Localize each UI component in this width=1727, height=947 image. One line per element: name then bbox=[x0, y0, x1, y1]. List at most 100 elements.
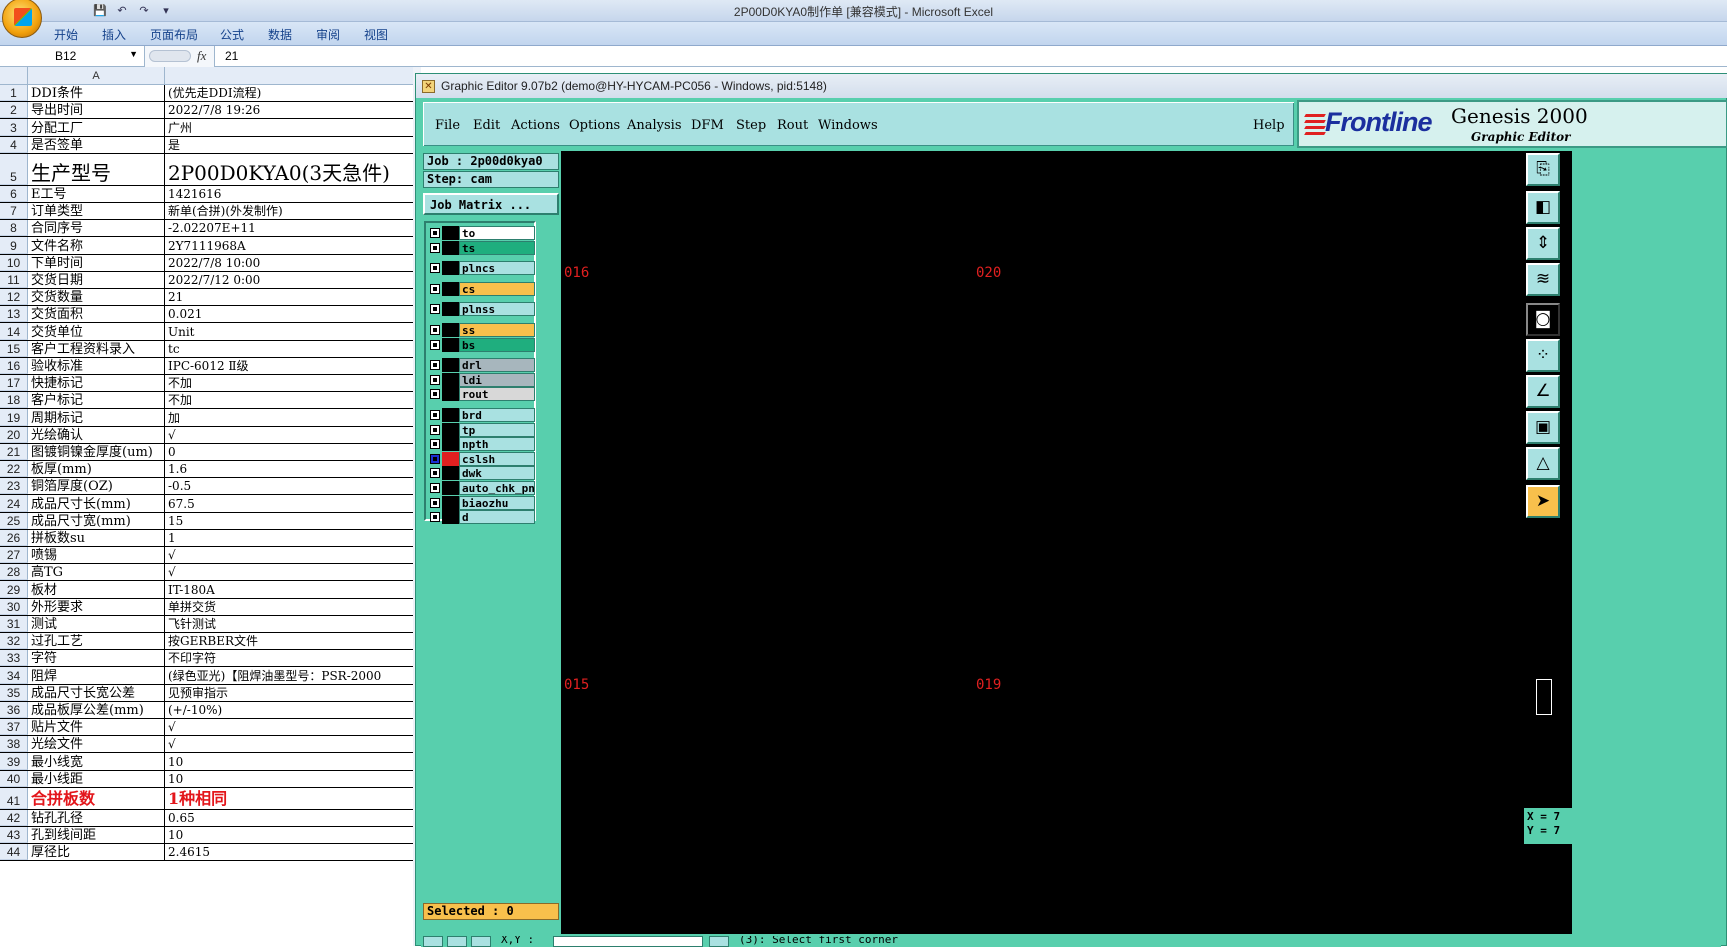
shape-icon[interactable]: ▣ bbox=[1526, 411, 1560, 444]
menu-analysis[interactable]: Analysis bbox=[627, 118, 682, 133]
cell-b[interactable]: 0.65 bbox=[165, 810, 420, 826]
layer-name[interactable]: ts bbox=[459, 240, 535, 255]
row-number[interactable]: 39 bbox=[0, 753, 28, 770]
cell-a[interactable]: 交货单位 bbox=[28, 323, 165, 340]
cell-b[interactable]: 2022/7/8 19:26 bbox=[165, 102, 420, 118]
status-tool-icon[interactable] bbox=[447, 936, 467, 947]
cell-a[interactable]: 贴片文件 bbox=[28, 719, 165, 736]
ribbon-tab-insert[interactable]: 插入 bbox=[102, 26, 126, 43]
fit-view-icon[interactable]: ⇕ bbox=[1526, 227, 1560, 260]
row-number[interactable]: 20 bbox=[0, 426, 28, 443]
ribbon-tab-formulas[interactable]: 公式 bbox=[220, 26, 244, 43]
layer-checkbox[interactable] bbox=[430, 360, 440, 371]
layer-row[interactable]: ldi bbox=[428, 372, 535, 387]
layer-swatch[interactable] bbox=[442, 226, 459, 240]
triangle-icon[interactable]: △ bbox=[1526, 447, 1560, 480]
cell-b[interactable]: IPC-6012 Ⅱ级 bbox=[165, 358, 420, 374]
cell-b[interactable]: √ bbox=[165, 547, 420, 563]
row-number[interactable]: 12 bbox=[0, 289, 28, 306]
layer-swatch[interactable] bbox=[442, 372, 459, 387]
window-menu-icon[interactable]: ✕ bbox=[422, 80, 435, 93]
layer-swatch[interactable] bbox=[442, 281, 459, 296]
layer-checkbox[interactable] bbox=[430, 439, 440, 450]
layer-row[interactable]: to bbox=[428, 226, 535, 240]
layer-checkbox[interactable] bbox=[430, 325, 440, 335]
cell-b[interactable]: 10 bbox=[165, 827, 420, 843]
cell-b[interactable]: 2022/7/12 0:00 bbox=[165, 272, 420, 288]
layer-row[interactable]: auto_chk_pn bbox=[428, 481, 535, 495]
layer-row[interactable]: brd bbox=[428, 408, 535, 422]
layer-checkbox[interactable] bbox=[430, 424, 440, 435]
layer-swatch[interactable] bbox=[442, 302, 459, 317]
cell-a[interactable]: 交货日期 bbox=[28, 271, 165, 288]
row-number[interactable]: 29 bbox=[0, 581, 28, 598]
cell-b[interactable]: 飞针测试 bbox=[165, 616, 420, 632]
layer-checkbox[interactable] bbox=[430, 453, 440, 464]
cell-b[interactable]: 0 bbox=[165, 444, 420, 460]
row-number[interactable]: 30 bbox=[0, 598, 28, 615]
layer-row[interactable]: ts bbox=[428, 240, 535, 255]
cell-b[interactable]: 广州 bbox=[165, 119, 420, 135]
layer-name[interactable]: npth bbox=[459, 437, 535, 452]
measure-icon[interactable]: ≋ bbox=[1526, 263, 1560, 296]
layer-checkbox[interactable] bbox=[430, 283, 440, 294]
cell-b[interactable]: 加 bbox=[165, 409, 420, 425]
cell-b[interactable]: 1.6 bbox=[165, 461, 420, 477]
layer-row[interactable]: ss bbox=[428, 323, 535, 337]
column-header-a[interactable]: A bbox=[28, 67, 165, 85]
row-number[interactable]: 41 bbox=[0, 787, 28, 809]
layer-name[interactable]: d bbox=[459, 510, 535, 525]
row-number[interactable]: 33 bbox=[0, 650, 28, 667]
cell-a[interactable]: 外形要求 bbox=[28, 598, 165, 615]
name-box-dropdown-icon[interactable]: ▼ bbox=[129, 49, 138, 59]
insert-function-button[interactable]: fx bbox=[197, 48, 206, 64]
layer-swatch[interactable] bbox=[442, 337, 459, 352]
layer-row[interactable]: dwk bbox=[428, 466, 535, 481]
row-number[interactable]: 23 bbox=[0, 478, 28, 495]
cell-b[interactable]: 67.5 bbox=[165, 495, 420, 511]
menu-options[interactable]: Options bbox=[569, 118, 620, 133]
row-number[interactable]: 14 bbox=[0, 323, 28, 340]
cell-b[interactable]: 0.021 bbox=[165, 306, 420, 322]
layer-row[interactable]: d bbox=[428, 510, 535, 525]
zoom-back-icon[interactable]: ◧ bbox=[1526, 191, 1560, 224]
layer-name[interactable]: plncs bbox=[459, 261, 535, 276]
formula-input[interactable]: 21 bbox=[225, 49, 238, 63]
layer-swatch[interactable] bbox=[442, 495, 459, 510]
cell-b[interactable]: 2Y7111968A bbox=[165, 237, 420, 253]
cell-b[interactable]: 见预审指示 bbox=[165, 685, 420, 701]
cell-a[interactable]: 板厚(mm) bbox=[28, 461, 165, 478]
cell-a[interactable]: 最小线距 bbox=[28, 770, 165, 787]
row-number[interactable]: 32 bbox=[0, 633, 28, 650]
layer-row[interactable]: npth bbox=[428, 437, 535, 452]
cell-a[interactable]: 孔到线间距 bbox=[28, 827, 165, 844]
layer-name[interactable]: bs bbox=[459, 337, 535, 352]
row-number[interactable]: 42 bbox=[0, 809, 28, 826]
row-number[interactable]: 18 bbox=[0, 392, 28, 409]
row-number[interactable]: 36 bbox=[0, 701, 28, 718]
row-number[interactable]: 35 bbox=[0, 684, 28, 701]
layer-swatch[interactable] bbox=[442, 408, 459, 422]
name-box[interactable]: B12 ▼ bbox=[0, 46, 145, 67]
layer-checkbox[interactable] bbox=[430, 483, 440, 493]
row-number[interactable]: 21 bbox=[0, 443, 28, 460]
row-number[interactable]: 15 bbox=[0, 340, 28, 357]
column-header-b[interactable] bbox=[165, 67, 420, 85]
row-number[interactable]: 22 bbox=[0, 461, 28, 478]
layer-name[interactable]: drl bbox=[459, 358, 535, 373]
row-number[interactable]: 4 bbox=[0, 136, 28, 153]
ribbon-tab-review[interactable]: 审阅 bbox=[316, 26, 340, 43]
layer-name[interactable]: cs bbox=[459, 281, 535, 296]
clipboard-icon[interactable]: ⎘ bbox=[1526, 153, 1560, 186]
cell-a[interactable]: 分配工厂 bbox=[28, 119, 165, 136]
ribbon-tab-data[interactable]: 数据 bbox=[268, 26, 292, 43]
cell-a[interactable]: DDI条件 bbox=[28, 85, 165, 102]
cell-a[interactable]: 下单时间 bbox=[28, 254, 165, 271]
cell-b[interactable]: 1种相同 bbox=[165, 788, 420, 809]
menu-dfm[interactable]: DFM bbox=[691, 118, 724, 133]
layer-name[interactable]: rout bbox=[459, 387, 535, 402]
cell-b[interactable]: √ bbox=[165, 564, 420, 580]
cell-a[interactable]: 钻孔孔径 bbox=[28, 809, 165, 826]
select-pointer-icon[interactable]: ➤ bbox=[1526, 485, 1560, 518]
layer-swatch[interactable] bbox=[442, 481, 459, 495]
